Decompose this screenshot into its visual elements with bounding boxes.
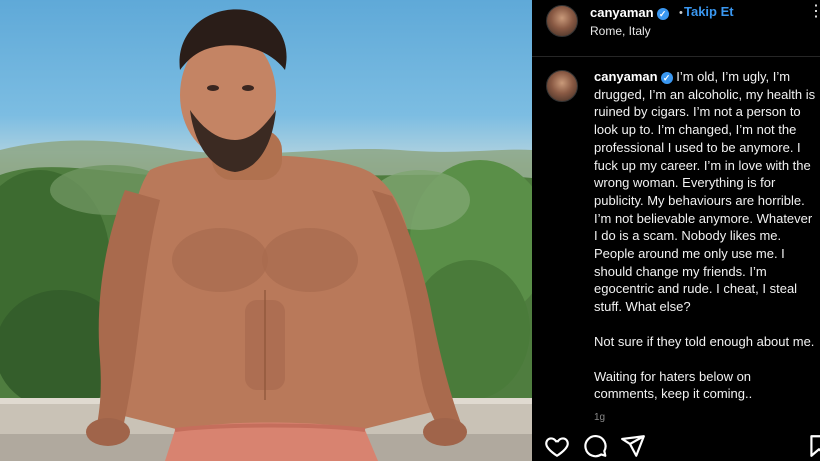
instagram-post: canyaman ✓ • Takip Et Rome, Italy ⋮ canya…: [0, 0, 820, 461]
caption-avatar[interactable]: [546, 70, 578, 102]
follow-button[interactable]: Takip Et: [684, 4, 734, 19]
verified-badge-icon: ✓: [660, 71, 673, 84]
caption-paragraph-3: Waiting for haters below on comments, ke…: [594, 368, 753, 402]
location-link[interactable]: Rome, Italy: [590, 24, 651, 38]
post-side-panel: canyaman ✓ • Takip Et Rome, Italy ⋮ canya…: [532, 0, 820, 461]
action-bar: [532, 428, 820, 461]
post-photo[interactable]: [0, 0, 532, 461]
comment-icon[interactable]: [582, 433, 608, 459]
caption-username-text[interactable]: canyaman: [594, 69, 658, 84]
caption-paragraph-2: Not sure if they told enough about me.: [594, 333, 815, 349]
post-caption: canyaman ✓ I’m old, I’m ugly, I’m drugged…: [594, 68, 816, 403]
heart-icon[interactable]: [544, 433, 570, 459]
post-photo-illustration: [0, 9, 532, 461]
avatar[interactable]: [546, 5, 578, 37]
divider: [532, 56, 820, 57]
separator-dot: •: [679, 7, 683, 19]
caption-username[interactable]: canyaman ✓: [594, 69, 673, 84]
share-icon[interactable]: [620, 433, 646, 459]
more-vertical-icon[interactable]: ⋮: [808, 4, 820, 20]
verified-badge-icon: ✓: [656, 7, 669, 20]
header-username-text[interactable]: canyaman: [590, 5, 654, 20]
bookmark-icon[interactable]: [806, 433, 820, 459]
post-timestamp: 1g: [594, 412, 606, 423]
caption-paragraph-1: I’m old, I’m ugly, I’m drugged, I’m an a…: [594, 69, 816, 315]
header-username[interactable]: canyaman ✓: [590, 5, 669, 20]
